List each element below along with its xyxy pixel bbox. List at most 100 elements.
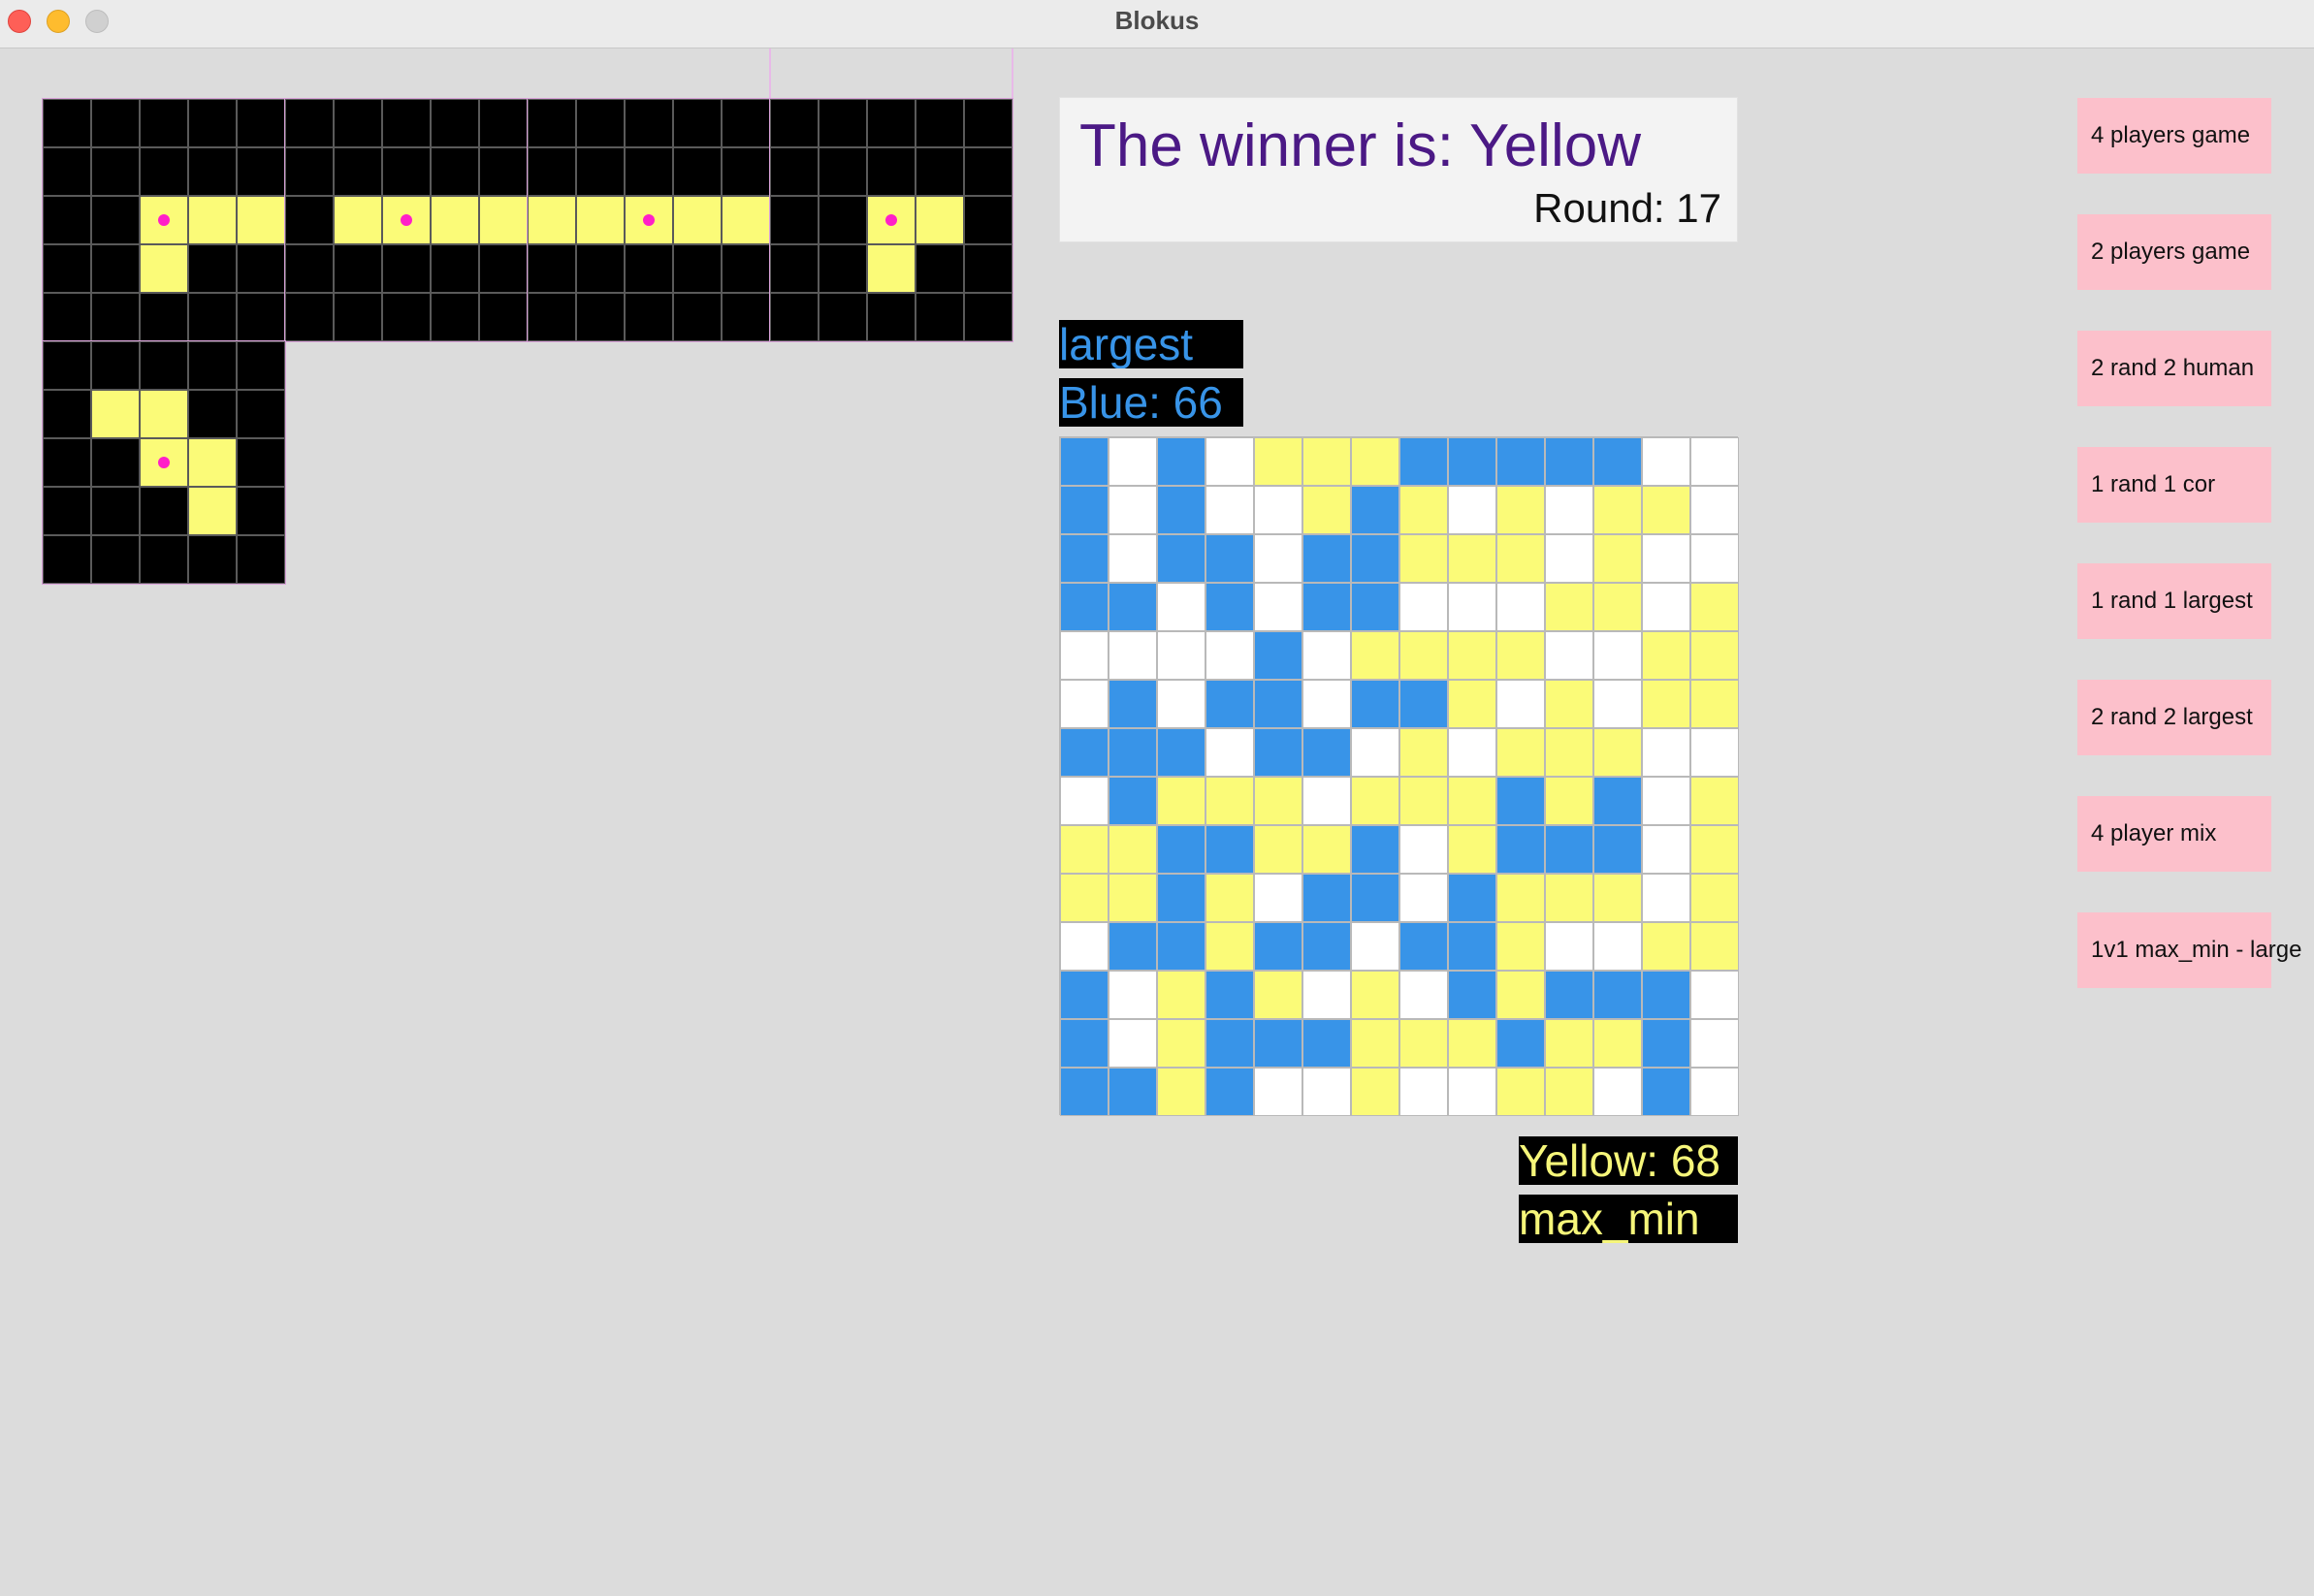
board-cell-empty[interactable]: [1448, 583, 1496, 631]
board-cell-yellow[interactable]: [1302, 486, 1351, 534]
board-cell-yellow[interactable]: [1545, 728, 1593, 777]
board-cell-yellow[interactable]: [1448, 534, 1496, 583]
board-cell-blue[interactable]: [1302, 874, 1351, 922]
board-cell-empty[interactable]: [1545, 486, 1593, 534]
piece-square[interactable]: [188, 487, 237, 535]
one-rand-one-largest-button[interactable]: 1 rand 1 largest: [2077, 563, 2271, 639]
board-cell-empty[interactable]: [1157, 583, 1205, 631]
board-cell-yellow[interactable]: [1157, 1019, 1205, 1068]
board-cell-empty[interactable]: [1254, 486, 1302, 534]
board-cell-empty[interactable]: [1205, 631, 1254, 680]
board-cell-empty[interactable]: [1060, 922, 1109, 971]
piece-square[interactable]: [916, 196, 964, 244]
piece-tray[interactable]: [527, 98, 771, 342]
board-cell-blue[interactable]: [1593, 777, 1642, 825]
board-cell-empty[interactable]: [1351, 728, 1399, 777]
board-cell-blue[interactable]: [1205, 825, 1254, 874]
board-cell-yellow[interactable]: [1399, 728, 1448, 777]
board-cell-blue[interactable]: [1351, 534, 1399, 583]
board-cell-empty[interactable]: [1109, 971, 1157, 1019]
board-cell-empty[interactable]: [1642, 777, 1690, 825]
piece-tray[interactable]: [284, 98, 529, 342]
piece-square[interactable]: [140, 196, 188, 244]
board-cell-blue[interactable]: [1351, 680, 1399, 728]
board-cell-empty[interactable]: [1254, 583, 1302, 631]
board-cell-yellow[interactable]: [1157, 1068, 1205, 1116]
piece-square[interactable]: [140, 244, 188, 293]
board-cell-empty[interactable]: [1109, 631, 1157, 680]
board-cell-blue[interactable]: [1109, 728, 1157, 777]
board-cell-blue[interactable]: [1205, 1019, 1254, 1068]
piece-square[interactable]: [237, 196, 285, 244]
piece-square[interactable]: [91, 390, 140, 438]
board-cell-blue[interactable]: [1157, 728, 1205, 777]
board-cell-empty[interactable]: [1109, 486, 1157, 534]
board-cell-empty[interactable]: [1060, 680, 1109, 728]
piece-square[interactable]: [867, 244, 916, 293]
board-cell-empty[interactable]: [1109, 1019, 1157, 1068]
board-cell-yellow[interactable]: [1448, 825, 1496, 874]
piece-square[interactable]: [722, 196, 770, 244]
board-cell-yellow[interactable]: [1545, 874, 1593, 922]
board-cell-blue[interactable]: [1157, 922, 1205, 971]
board-cell-yellow[interactable]: [1254, 437, 1302, 486]
board-cell-blue[interactable]: [1254, 922, 1302, 971]
board-cell-blue[interactable]: [1593, 825, 1642, 874]
board-cell-yellow[interactable]: [1545, 777, 1593, 825]
board-cell-yellow[interactable]: [1351, 437, 1399, 486]
board-cell-empty[interactable]: [1399, 583, 1448, 631]
board-cell-yellow[interactable]: [1302, 825, 1351, 874]
board-cell-yellow[interactable]: [1690, 777, 1739, 825]
board-cell-blue[interactable]: [1545, 437, 1593, 486]
piece-square[interactable]: [431, 196, 479, 244]
board-cell-blue[interactable]: [1109, 680, 1157, 728]
board-cell-blue[interactable]: [1448, 971, 1496, 1019]
board-cell-yellow[interactable]: [1690, 874, 1739, 922]
board-cell-blue[interactable]: [1302, 1019, 1351, 1068]
board-cell-empty[interactable]: [1593, 680, 1642, 728]
board-cell-empty[interactable]: [1157, 631, 1205, 680]
board-cell-blue[interactable]: [1254, 1019, 1302, 1068]
piece-square[interactable]: [625, 196, 673, 244]
piece-tray[interactable]: [42, 98, 286, 342]
board-cell-empty[interactable]: [1642, 583, 1690, 631]
board-cell-blue[interactable]: [1205, 583, 1254, 631]
board-cell-empty[interactable]: [1642, 437, 1690, 486]
board-cell-blue[interactable]: [1157, 825, 1205, 874]
piece-square[interactable]: [673, 196, 722, 244]
board-cell-yellow[interactable]: [1593, 534, 1642, 583]
board-cell-blue[interactable]: [1254, 680, 1302, 728]
board-cell-blue[interactable]: [1302, 534, 1351, 583]
board-cell-blue[interactable]: [1060, 486, 1109, 534]
board-cell-empty[interactable]: [1593, 922, 1642, 971]
board-cell-blue[interactable]: [1302, 922, 1351, 971]
board-cell-empty[interactable]: [1545, 534, 1593, 583]
board-cell-yellow[interactable]: [1399, 534, 1448, 583]
four-players-game-button[interactable]: 4 players game: [2077, 98, 2271, 174]
board-cell-blue[interactable]: [1351, 583, 1399, 631]
board-cell-yellow[interactable]: [1060, 825, 1109, 874]
board-cell-empty[interactable]: [1302, 1068, 1351, 1116]
board-cell-blue[interactable]: [1205, 680, 1254, 728]
board-cell-yellow[interactable]: [1690, 631, 1739, 680]
board-cell-yellow[interactable]: [1351, 631, 1399, 680]
board-cell-yellow[interactable]: [1205, 922, 1254, 971]
board-cell-yellow[interactable]: [1545, 680, 1593, 728]
board-cell-yellow[interactable]: [1351, 971, 1399, 1019]
board-cell-empty[interactable]: [1545, 631, 1593, 680]
board-cell-yellow[interactable]: [1690, 680, 1739, 728]
board-cell-blue[interactable]: [1448, 922, 1496, 971]
board-cell-empty[interactable]: [1690, 486, 1739, 534]
one-rand-one-cor-button[interactable]: 1 rand 1 cor: [2077, 447, 2271, 523]
board-cell-blue[interactable]: [1642, 971, 1690, 1019]
piece-square[interactable]: [867, 196, 916, 244]
board-cell-yellow[interactable]: [1254, 971, 1302, 1019]
board-cell-yellow[interactable]: [1496, 728, 1545, 777]
board-cell-yellow[interactable]: [1496, 971, 1545, 1019]
board-cell-yellow[interactable]: [1351, 777, 1399, 825]
board-cell-blue[interactable]: [1593, 971, 1642, 1019]
board-cell-yellow[interactable]: [1545, 1019, 1593, 1068]
board-cell-yellow[interactable]: [1642, 922, 1690, 971]
piece-square[interactable]: [188, 196, 237, 244]
board-cell-yellow[interactable]: [1302, 437, 1351, 486]
